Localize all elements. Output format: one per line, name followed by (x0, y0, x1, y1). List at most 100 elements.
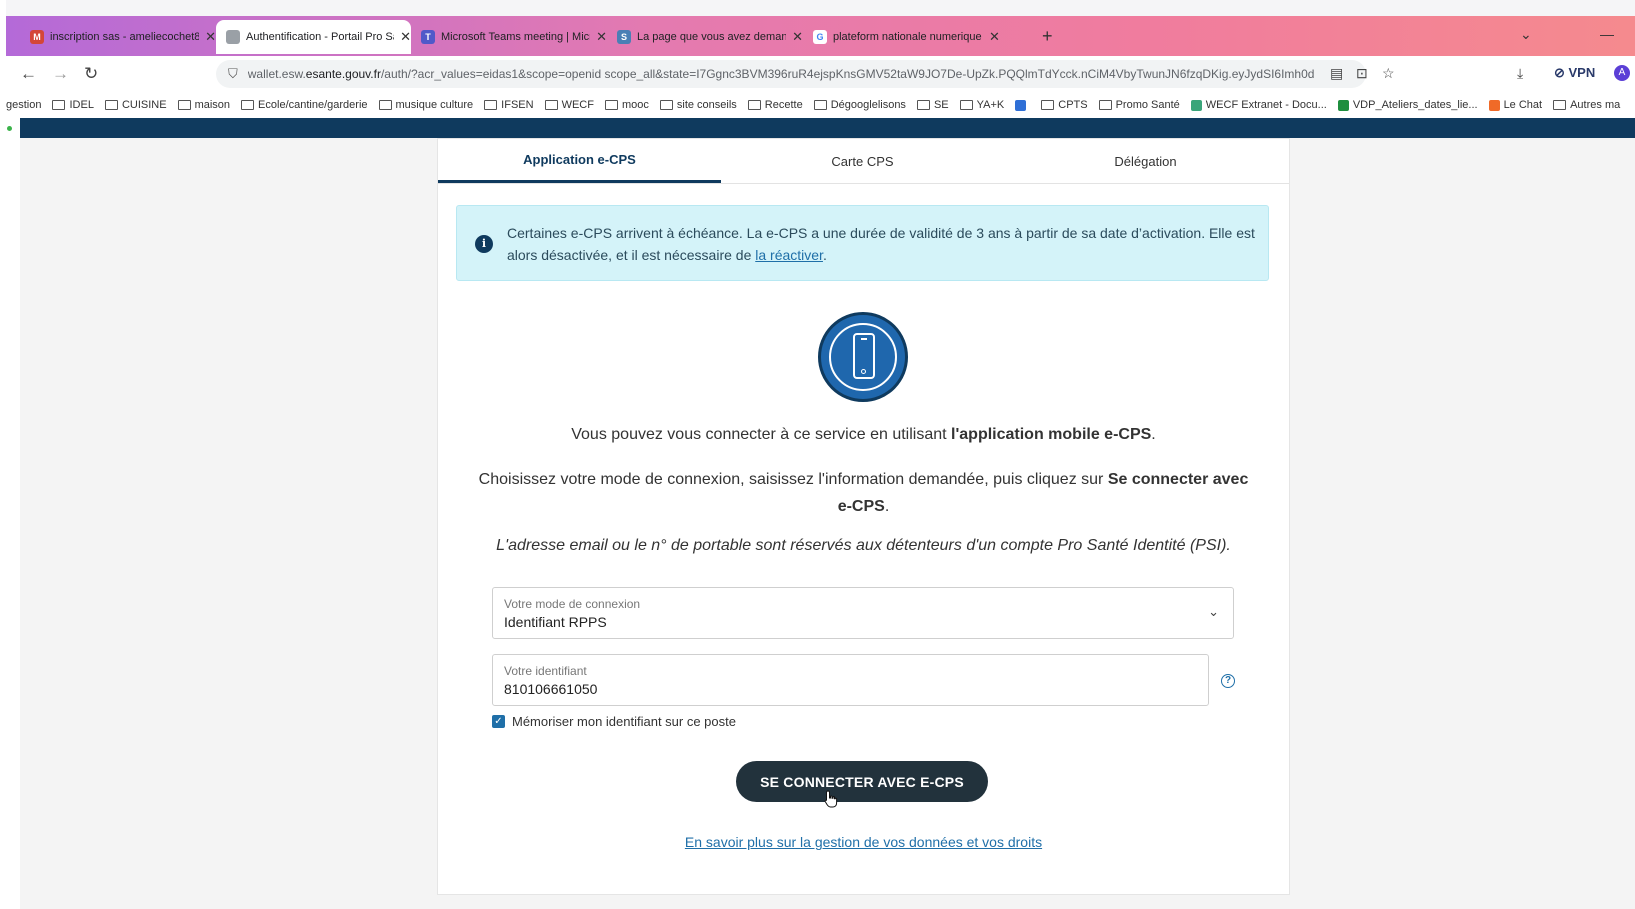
folder-icon (484, 100, 498, 110)
toolbar: ← → ↻ ⛉ wallet.esw.esante.gouv.fr/auth/?… (6, 56, 1635, 92)
tab-delegation[interactable]: Délégation (1004, 139, 1287, 183)
info-icon: i (475, 235, 493, 253)
bookmark-item[interactable]: WECF Extranet - Docu... (1190, 99, 1327, 111)
folder-icon (604, 100, 618, 110)
bookmark-favicon-icon (1488, 99, 1500, 111)
bookmark-item[interactable]: YA+K (959, 99, 1005, 111)
folder-icon (916, 100, 930, 110)
bookmark-label: CPTS (1058, 99, 1088, 111)
bookmark-item[interactable]: IFSEN (484, 99, 534, 111)
browser-tab-teams[interactable]: T Microsoft Teams meeting | Micr ✕ (411, 22, 607, 52)
bookmark-favicon-icon (1337, 99, 1349, 111)
bookmark-item[interactable]: maison (177, 99, 230, 111)
bookmark-item[interactable]: musique culture (378, 99, 474, 111)
bookmark-label: VDP_Ateliers_dates_lie... (1352, 99, 1478, 111)
connection-mode-select[interactable]: Votre mode de connexion Identifiant RPPS… (492, 587, 1234, 639)
download-icon[interactable]: ⤓ (1517, 65, 1523, 82)
reader-mode-icon[interactable]: ▤ (1330, 65, 1343, 82)
folder-icon (52, 100, 66, 110)
address-bar[interactable]: ⛉ wallet.esw.esante.gouv.fr/auth/?acr_va… (216, 60, 1366, 88)
bookmark-item[interactable]: VDP_Ateliers_dates_lie... (1337, 99, 1478, 111)
remember-checkbox[interactable]: ✓ (492, 715, 505, 728)
connect-ecps-button[interactable]: SE CONNECTER AVEC E-CPS (736, 761, 988, 802)
instruction-before: Choisissez votre mode de connexion, sais… (478, 471, 1108, 488)
bookmark-item[interactable]: IDEL (52, 99, 94, 111)
bookmark-star-icon[interactable]: ☆ (1382, 65, 1395, 82)
minimize-icon[interactable]: — (1600, 26, 1614, 42)
bookmark-item[interactable]: WECF (544, 99, 594, 111)
tab-search-chevron-icon[interactable]: ⌄ (1520, 26, 1532, 43)
url-path: /auth/?acr_values=eidas1&scope=openid sc… (380, 67, 1315, 81)
bookmark-item[interactable]: gestion (6, 99, 41, 111)
hand-cursor-icon (824, 790, 838, 808)
tab-title: inscription sas - ameliecochet8 (50, 31, 200, 43)
browser-tab-page-demandee[interactable]: S La page que vous avez demand ✕ (607, 22, 803, 52)
browser-tab-plateform[interactable]: G plateform nationale numerique ✕ (803, 22, 1003, 52)
bookmark-label: musique culture (395, 99, 474, 111)
bookmark-item[interactable]: Promo Santé (1098, 99, 1180, 111)
connection-mode-label: Votre mode de connexion (504, 597, 641, 611)
bookmark-label: YA+K (976, 99, 1005, 111)
close-tab-icon[interactable]: ✕ (989, 29, 1000, 45)
intro-bold: l'application mobile e-CPS (951, 426, 1152, 443)
folder-icon (1098, 100, 1112, 110)
close-tab-icon[interactable]: ✕ (596, 29, 607, 45)
folder-icon (959, 100, 973, 110)
bookmark-item[interactable]: Autres ma (1553, 99, 1620, 111)
bookmark-label: Recette (764, 99, 803, 111)
connection-mode-value: Identifiant RPPS (504, 614, 607, 630)
back-arrow-icon[interactable]: ← (20, 64, 37, 84)
bookmark-item[interactable]: site conseils (659, 99, 737, 111)
bookmark-label: Promo Santé (1115, 99, 1180, 111)
tab-application-ecps[interactable]: Application e-CPS (438, 139, 721, 183)
remember-identifier[interactable]: ✓ Mémoriser mon identifiant sur ce poste (492, 714, 736, 729)
folder-icon (544, 100, 558, 110)
profile-avatar-icon[interactable]: A (1614, 65, 1630, 81)
smartphone-icon (818, 312, 908, 402)
bookmark-item[interactable]: SE (916, 99, 949, 111)
site-favicon-icon (226, 30, 240, 44)
alert-text: Certaines e-CPS arrivent à échéance. La … (507, 222, 1257, 266)
bookmark-item[interactable]: Ecole/cantine/garderie (241, 99, 368, 111)
bookmark-label: CUISINE (121, 99, 167, 111)
site-info-shield-icon[interactable]: ⛉ (228, 66, 238, 82)
help-question-icon[interactable]: ? (1221, 674, 1235, 688)
teams-icon: T (421, 30, 435, 44)
bookmark-label: Le Chat (1503, 99, 1543, 111)
reload-icon[interactable]: ↻ (84, 64, 98, 84)
folder-icon (177, 100, 191, 110)
bookmark-item[interactable]: Dégooglelisons (813, 99, 906, 111)
browser-window: M inscription sas - ameliecochet8 ✕ Auth… (0, 0, 1635, 909)
reactivate-link[interactable]: la réactiver (755, 247, 823, 263)
gmail-icon: M (30, 30, 44, 44)
data-rights-link[interactable]: En savoir plus sur la gestion de vos don… (438, 834, 1289, 850)
browser-tab-authentification[interactable]: Authentification - Portail Pro Sa ✕ (216, 20, 411, 54)
close-tab-icon[interactable]: ✕ (792, 29, 803, 45)
bookmark-item[interactable]: mooc (604, 99, 649, 111)
close-tab-icon[interactable]: ✕ (205, 29, 216, 45)
bookmark-item[interactable]: Recette (747, 99, 803, 111)
bookmark-item[interactable]: CUISINE (104, 99, 167, 111)
folder-icon (241, 100, 255, 110)
folder-icon (104, 100, 118, 110)
browser-tab-gmail[interactable]: M inscription sas - ameliecochet8 ✕ (20, 22, 216, 52)
folder-icon (1041, 100, 1055, 110)
bookmark-item[interactable] (1015, 99, 1030, 111)
tab-carte-cps[interactable]: Carte CPS (721, 139, 1004, 183)
url-domain: esante.gouv.fr (305, 67, 381, 81)
forward-arrow-icon[interactable]: → (52, 64, 69, 84)
tab-title: La page que vous avez demand (637, 31, 787, 43)
close-tab-icon[interactable]: ✕ (400, 29, 411, 45)
url-text[interactable]: wallet.esw.esante.gouv.fr/auth/?acr_valu… (248, 67, 1328, 81)
vpn-badge[interactable]: ⊘ VPN (1554, 65, 1595, 81)
bookmark-item[interactable]: CPTS (1041, 99, 1088, 111)
bookmark-item[interactable]: Le Chat (1488, 99, 1543, 111)
bookmark-favicon-icon (1015, 99, 1027, 111)
install-app-icon[interactable]: ⊡ (1356, 65, 1368, 82)
identifier-input[interactable]: Votre identifiant 810106661050 (492, 654, 1209, 706)
new-tab-plus-icon[interactable]: + (1042, 26, 1053, 47)
folder-icon (813, 100, 827, 110)
folder-icon (659, 100, 673, 110)
bookmark-label: WECF (561, 99, 594, 111)
window-left-edge (0, 0, 6, 909)
